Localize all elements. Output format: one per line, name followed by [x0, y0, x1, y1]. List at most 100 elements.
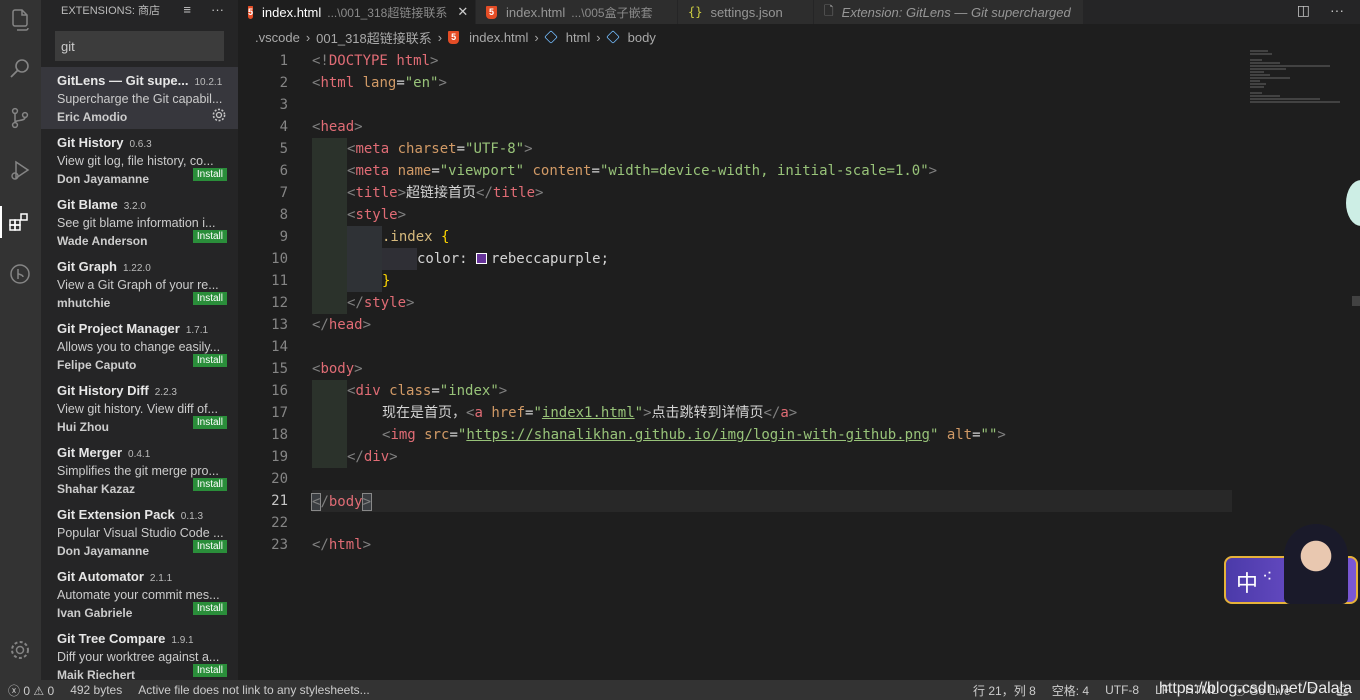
tab-index-html[interactable]: 5 index.html ...\005盒子嵌套: [476, 0, 678, 24]
line-number: 21: [271, 493, 288, 509]
tab-label: Extension: GitLens — Git supercharged: [841, 4, 1071, 20]
line-number: 17: [271, 405, 288, 421]
scrollbar-thumb[interactable]: [1352, 296, 1360, 306]
color-swatch-icon[interactable]: [476, 253, 488, 264]
line-number: 14: [271, 339, 288, 355]
extension-item[interactable]: Git Extension Pack 0.1.3 Popular Visual St…: [41, 501, 238, 563]
manage-gear-icon[interactable]: [211, 107, 227, 123]
extension-item[interactable]: Git Merger 0.4.1 Simplifies the git merge …: [41, 439, 238, 501]
status-message[interactable]: Active file does not link to any stylesh…: [138, 683, 369, 697]
code-line: .index {: [312, 226, 1232, 248]
line-number: 15: [271, 361, 288, 377]
extension-version: 1.22.0: [122, 263, 151, 274]
indentation[interactable]: 空格: 4: [1052, 682, 1089, 699]
extension-name: Git History 0.6.3: [57, 135, 152, 150]
html5-icon: 5: [486, 5, 497, 19]
extension-description: View git log, file history, co...: [57, 154, 214, 168]
line-number: 11: [271, 273, 288, 289]
close-icon[interactable]: ✕: [457, 4, 468, 20]
extension-item[interactable]: Git History 0.6.3 View git log, file histo…: [41, 129, 238, 191]
code-line: <style>: [312, 204, 1232, 226]
code-line: <div class="index">: [312, 380, 1232, 402]
extension-list: GitLens — Git supe... 10.2.1 Supercharge t…: [41, 67, 238, 680]
code-area[interactable]: <!DOCTYPE html> <html lang="en"> <head> …: [310, 50, 1232, 556]
code-editor[interactable]: 1 2 3 4 5 6 7 8 9 10 11 12 13 14 15 16 17 18 19 20 21 22 23 <!…: [238, 50, 1360, 680]
encoding[interactable]: UTF-8: [1105, 683, 1139, 697]
extension-item[interactable]: Git History Diff 2.2.3 View git history. V…: [41, 377, 238, 439]
extension-name: Git Merger 0.4.1: [57, 445, 151, 460]
source-control-icon[interactable]: [4, 102, 36, 134]
extension-item[interactable]: Git Automator 2.1.1 Automate your commit m…: [41, 563, 238, 625]
line-number: 4: [279, 119, 288, 135]
filter-list-icon[interactable]: ≡: [183, 2, 191, 17]
breadcrumb-item[interactable]: 001_318超链接联系: [316, 28, 432, 47]
extension-version: 10.2.1: [194, 77, 223, 88]
breadcrumb-item[interactable]: html: [566, 30, 591, 45]
code-line: <meta charset="UTF-8">: [312, 138, 1232, 160]
extension-version: 0.1.3: [180, 511, 204, 522]
split-editor-icon[interactable]: ◫: [1297, 2, 1310, 19]
json-icon: {}: [688, 5, 703, 19]
code-line: </html>: [312, 537, 372, 553]
problems-indicator[interactable]: ⓧ 0 ⚠ 0: [8, 682, 54, 699]
tab-extension-gitlens[interactable]: 🗋 Extension: GitLens — Git supercharged: [814, 0, 1084, 24]
line-number: 7: [279, 185, 288, 201]
minimap[interactable]: [1250, 50, 1350, 110]
breadcrumb-item[interactable]: body: [628, 30, 656, 45]
install-button[interactable]: Install: [192, 664, 227, 677]
extension-item[interactable]: Git Tree Compare 1.9.1 Diff your worktree …: [41, 625, 238, 680]
code-line: </div>: [312, 446, 1232, 468]
install-button[interactable]: Install: [192, 354, 227, 367]
install-button[interactable]: Install: [192, 602, 227, 615]
breadcrumb-item[interactable]: .vscode: [255, 30, 300, 45]
git-graph-icon[interactable]: [4, 258, 36, 290]
code-line: 现在是首页，<a href="index1.html">点击跳转到详情页</a>: [312, 402, 1232, 424]
extension-description: See git blame information i...: [57, 216, 216, 230]
error-icon: ⓧ: [8, 683, 21, 698]
line-number: 6: [279, 163, 288, 179]
extension-description: Diff your worktree against a...: [57, 650, 220, 664]
extension-search-input[interactable]: git: [55, 31, 224, 61]
extensions-icon[interactable]: [0, 206, 36, 238]
file-size: 492 bytes: [70, 683, 123, 697]
install-button[interactable]: Install: [192, 168, 227, 181]
extension-name: Git Extension Pack 0.1.3: [57, 507, 204, 522]
code-line: }: [312, 270, 1232, 292]
settings-gear-icon[interactable]: [4, 634, 36, 666]
warning-count: 0: [47, 683, 55, 698]
extension-version: 0.6.3: [129, 139, 152, 150]
extension-item[interactable]: Git Project Manager 1.7.1 Allows you to ch…: [41, 315, 238, 377]
extension-item[interactable]: Git Blame 3.2.0 See git blame information …: [41, 191, 238, 253]
more-actions-icon[interactable]: ···: [211, 2, 224, 17]
cursor-position[interactable]: 行 21，列 8: [973, 682, 1036, 699]
error-count: 0: [23, 683, 31, 698]
search-icon[interactable]: [4, 52, 36, 84]
extension-item[interactable]: Git Graph 1.22.0 View a Git Graph of your …: [41, 253, 238, 315]
explorer-icon[interactable]: [4, 4, 36, 36]
extension-description: Supercharge the Git capabil...: [57, 92, 223, 106]
extension-name: GitLens — Git supe... 10.2.1: [57, 73, 223, 88]
breadcrumb-item[interactable]: index.html: [469, 30, 528, 45]
code-line: <title>超链接首页</title>: [312, 182, 1232, 204]
line-number: 16: [271, 383, 288, 399]
more-actions-icon[interactable]: ···: [1330, 2, 1344, 19]
install-button[interactable]: Install: [192, 478, 227, 491]
line-number: 23: [271, 537, 288, 553]
install-button[interactable]: Install: [192, 292, 227, 305]
floating-ball-icon[interactable]: [1346, 180, 1360, 226]
code-line: <img src="https://shanalikhan.github.io/…: [312, 424, 1232, 446]
tab-settings-json[interactable]: {} settings.json: [678, 0, 814, 24]
chevron-right-icon: ›: [596, 29, 601, 45]
extension-item[interactable]: GitLens — Git supe... 10.2.1 Supercharge t…: [41, 67, 238, 129]
install-button[interactable]: Install: [192, 416, 227, 429]
line-number-gutter: 1 2 3 4 5 6 7 8 9 10 11 12 13 14 15 16 17 18 19 20 21 22 23: [238, 50, 288, 556]
line-number: 20: [271, 471, 288, 487]
extension-name: Git Graph 1.22.0: [57, 259, 151, 274]
tab-index-html-active[interactable]: 5 index.html ...\001_318超链接联系 ✕: [238, 0, 476, 24]
install-button[interactable]: Install: [192, 540, 227, 553]
run-debug-icon[interactable]: [4, 154, 36, 186]
code-line-current: </body>: [310, 490, 1232, 512]
install-button[interactable]: Install: [192, 230, 227, 243]
